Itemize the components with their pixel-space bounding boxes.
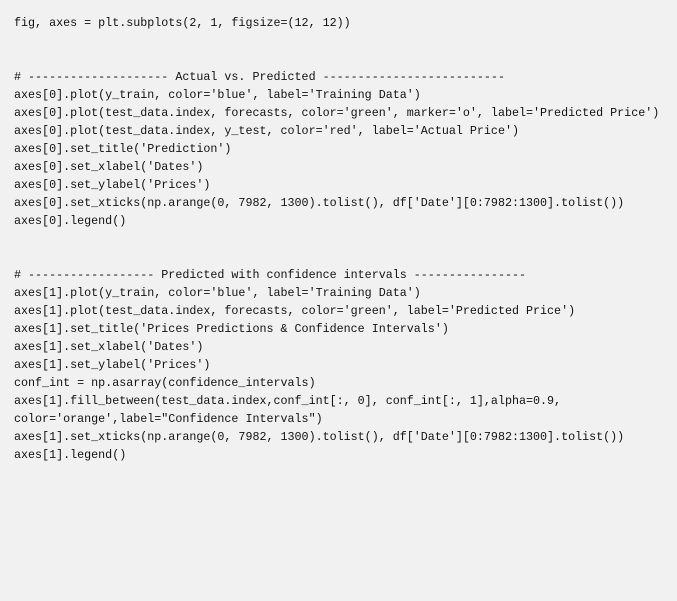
code-block: fig, axes = plt.subplots(2, 1, figsize=(… — [0, 0, 677, 601]
code-line: # ------------------ Predicted with conf… — [14, 268, 526, 282]
code-line: axes[0].set_xlabel('Dates') — [14, 160, 204, 174]
code-line: axes[0].plot(test_data.index, y_test, co… — [14, 124, 519, 138]
code-line: axes[1].set_title('Prices Predictions & … — [14, 322, 449, 336]
code-line: # -------------------- Actual vs. Predic… — [14, 70, 505, 84]
code-line: axes[1].legend() — [14, 448, 127, 462]
code-line: axes[1].set_ylabel('Prices') — [14, 358, 211, 372]
code-line: fig, axes = plt.subplots(2, 1, figsize=(… — [14, 16, 351, 30]
code-line: axes[0].set_ylabel('Prices') — [14, 178, 211, 192]
code-line: axes[0].set_title('Prediction') — [14, 142, 232, 156]
code-line: axes[0].legend() — [14, 214, 127, 228]
code-line: axes[1].set_xlabel('Dates') — [14, 340, 204, 354]
code-line: conf_int = np.asarray(confidence_interva… — [14, 376, 316, 390]
code-line: axes[0].plot(y_train, color='blue', labe… — [14, 88, 421, 102]
code-line: axes[1].fill_between(test_data.index,con… — [14, 394, 569, 426]
code-line: axes[1].set_xticks(np.arange(0, 7982, 13… — [14, 430, 625, 444]
code-line: axes[1].plot(test_data.index, forecasts,… — [14, 304, 576, 318]
code-line: axes[0].set_xticks(np.arange(0, 7982, 13… — [14, 196, 625, 210]
code-line: axes[0].plot(test_data.index, forecasts,… — [14, 106, 660, 120]
code-line: axes[1].plot(y_train, color='blue', labe… — [14, 286, 421, 300]
